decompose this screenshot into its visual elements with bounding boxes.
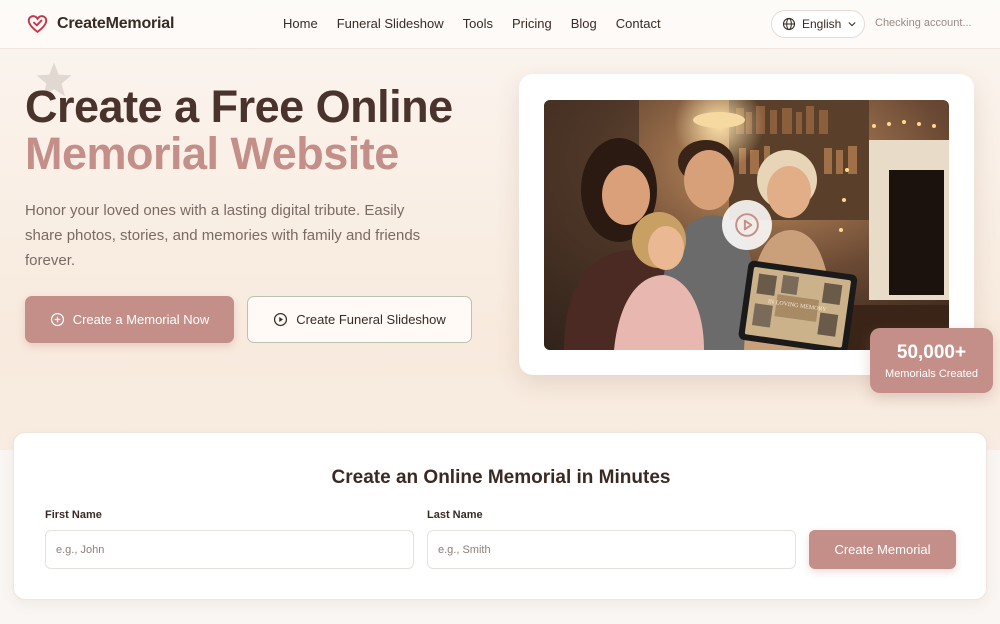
form-title: Create an Online Memorial in Minutes — [331, 467, 671, 488]
nav-pricing[interactable]: Pricing — [512, 16, 552, 31]
nav-blog[interactable]: Blog — [571, 16, 597, 31]
nav-home[interactable]: Home — [283, 16, 318, 31]
play-icon — [735, 213, 759, 237]
memorials-created-badge: 50,000+ Memorials Created — [870, 328, 993, 393]
language-label: English — [802, 17, 842, 31]
heart-check-icon — [27, 15, 48, 34]
account-status: Checking account... — [875, 17, 972, 29]
create-memorial-now-button[interactable]: Create a Memorial Now — [25, 296, 234, 343]
nav-funeral-slideshow[interactable]: Funeral Slideshow — [337, 16, 444, 31]
create-funeral-slideshow-label: Create Funeral Slideshow — [296, 312, 446, 327]
globe-icon — [782, 17, 796, 31]
logo[interactable]: CreateMemorial — [27, 13, 174, 35]
language-selector[interactable]: English — [771, 10, 865, 38]
hero-title: Create a Free Online Memorial Website — [25, 83, 453, 177]
nav-tools[interactable]: Tools — [463, 16, 493, 31]
first-name-label: First Name — [45, 509, 102, 521]
chevron-down-icon — [848, 22, 856, 27]
play-video-button[interactable] — [722, 200, 772, 250]
main-nav: Home Funeral Slideshow Tools Pricing Blo… — [283, 16, 661, 31]
create-memorial-form: Create an Online Memorial in Minutes Fir… — [13, 432, 987, 600]
last-name-input[interactable] — [427, 530, 796, 569]
first-name-input[interactable] — [45, 530, 414, 569]
hero-title-line1: Create a Free Online — [25, 81, 453, 132]
memorials-count-label: Memorials Created — [885, 368, 978, 380]
site-header: CreateMemorial Home Funeral Slideshow To… — [0, 0, 1000, 49]
hero-description: Honor your loved ones with a lasting dig… — [25, 202, 421, 269]
last-name-label: Last Name — [427, 509, 483, 521]
hero-title-line2: Memorial Website — [25, 128, 399, 179]
nav-contact[interactable]: Contact — [616, 16, 661, 31]
play-circle-icon — [274, 312, 288, 327]
memorials-count: 50,000+ — [896, 342, 967, 363]
create-memorial-now-label: Create a Memorial Now — [72, 312, 210, 327]
create-memorial-button[interactable]: Create Memorial — [809, 530, 956, 569]
logo-text: CreateMemorial — [57, 15, 175, 32]
plus-circle-icon — [50, 312, 64, 327]
create-funeral-slideshow-button[interactable]: Create Funeral Slideshow — [247, 296, 472, 343]
